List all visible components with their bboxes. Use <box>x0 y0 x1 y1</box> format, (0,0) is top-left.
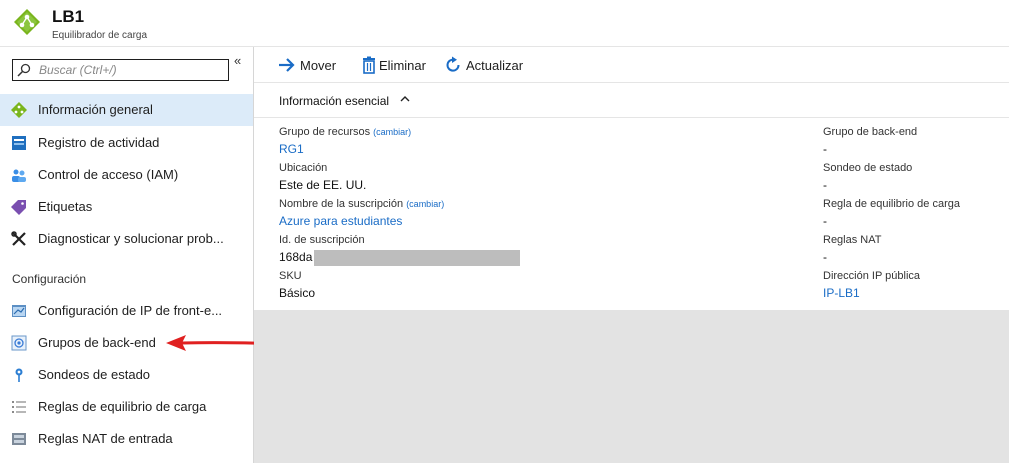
resource-group-label: Grupo de recursos (cambiar) <box>279 126 411 138</box>
sidebar-item-overview[interactable]: Información general <box>0 94 253 126</box>
refresh-icon <box>446 56 460 72</box>
sidebar-item-label: Grupos de back-end <box>38 335 156 350</box>
sidebar-item-label: Reglas de equilibrio de carga <box>38 399 207 414</box>
sku-value: Básico <box>279 286 316 300</box>
iam-icon <box>12 169 26 182</box>
page-title: LB1 <box>52 7 85 26</box>
sidebar-item-label: Diagnosticar y solucionar prob... <box>38 231 224 246</box>
sidebar-item-label: Etiquetas <box>38 199 93 214</box>
sidebar-item-label: Reglas NAT de entrada <box>38 431 173 446</box>
location-value: Este de EE. UU. <box>279 178 367 192</box>
chevron-up-icon <box>400 96 410 102</box>
search-icon <box>17 63 31 77</box>
nat-rules-value: - <box>823 250 827 264</box>
subscription-id-label: Id. de suscripción <box>279 234 365 246</box>
sidebar-item-health-probes[interactable]: Sondeos de estado <box>0 359 253 391</box>
search-box[interactable] <box>12 59 229 81</box>
backend-pool-label: Grupo de back-end <box>823 126 918 138</box>
subscription-name-label: Nombre de la suscripción (cambiar) <box>279 198 444 210</box>
refresh-button-label: Actualizar <box>466 58 524 73</box>
move-button-label: Mover <box>300 58 337 73</box>
sidebar-item-iam[interactable]: Control de acceso (IAM) <box>0 159 253 191</box>
divider <box>254 117 1009 118</box>
essentials-toggle[interactable]: Información esencial <box>279 94 410 108</box>
sidebar-item-label: Sondeos de estado <box>38 367 151 382</box>
health-probe-label: Sondeo de estado <box>823 162 913 174</box>
sidebar-item-label: Registro de actividad <box>38 135 160 150</box>
page-subtitle: Equilibrador de carga <box>52 30 148 41</box>
essentials-heading: Información esencial <box>279 94 390 108</box>
frontend-ip-icon <box>12 305 26 317</box>
change-subscription-link[interactable]: (cambiar) <box>406 199 444 209</box>
wrench-icon <box>11 231 26 246</box>
resource-header: LB1 Equilibrador de carga <box>0 0 1009 47</box>
collapse-sidebar-button[interactable]: « <box>234 53 241 68</box>
arrow-right-icon <box>279 58 295 72</box>
health-probe-icon <box>15 368 23 382</box>
load-balancer-icon <box>14 9 40 35</box>
command-bar: Mover Eliminar Actualizar <box>254 47 1009 83</box>
redacted-block <box>314 250 520 266</box>
sidebar-item-label: Configuración de IP de front-e... <box>38 303 223 318</box>
delete-button-label: Eliminar <box>379 58 426 73</box>
health-probe-value: - <box>823 178 827 192</box>
azure-portal-app: LB1 Equilibrador de carga « Información … <box>0 0 1009 463</box>
public-ip-label: Dirección IP pública <box>823 270 921 282</box>
resource-group-label-text: Grupo de recursos <box>279 126 371 138</box>
subscription-name-label-text: Nombre de la suscripción <box>279 198 404 210</box>
lb-rule-label: Regla de equilibrio de carga <box>823 198 960 210</box>
section-label-configuration: Configuración <box>12 272 87 286</box>
sidebar-item-tags[interactable]: Etiquetas <box>0 191 253 223</box>
backend-pool-value: - <box>823 142 827 156</box>
content-background <box>254 310 1009 463</box>
nat-rules-icon <box>12 433 26 445</box>
activity-log-icon <box>12 136 26 150</box>
trash-icon <box>363 56 375 74</box>
sidebar-item-lb-rules[interactable]: Reglas de equilibrio de carga <box>0 391 253 423</box>
overview-icon <box>11 102 27 118</box>
sidebar-item-frontend-ip[interactable]: Configuración de IP de front-e... <box>0 295 253 327</box>
sidebar-item-activity-log[interactable]: Registro de actividad <box>0 127 253 159</box>
sidebar-item-nat-rules[interactable]: Reglas NAT de entrada <box>0 423 253 455</box>
delete-button[interactable]: Eliminar <box>360 56 440 76</box>
subscription-id-value: 168da <box>279 250 313 264</box>
sidebar: « Información general Registro de activi… <box>0 47 254 463</box>
change-resource-group-link[interactable]: (cambiar) <box>373 127 411 137</box>
search-input[interactable] <box>39 61 225 79</box>
sidebar-item-label: Información general <box>38 102 153 117</box>
move-button[interactable]: Mover <box>278 56 368 76</box>
nat-rules-label: Reglas NAT <box>823 234 882 246</box>
sidebar-item-diagnose[interactable]: Diagnosticar y solucionar prob... <box>0 223 253 255</box>
sidebar-item-label: Control de acceso (IAM) <box>38 167 179 182</box>
public-ip-value[interactable]: IP-LB1 <box>823 286 860 300</box>
rules-icon <box>12 401 26 413</box>
resource-group-value[interactable]: RG1 <box>279 142 304 156</box>
tag-icon <box>11 200 26 215</box>
location-label: Ubicación <box>279 162 328 174</box>
refresh-button[interactable]: Actualizar <box>444 56 544 76</box>
lb-rule-value: - <box>823 214 827 228</box>
subscription-name-value[interactable]: Azure para estudiantes <box>279 214 402 228</box>
sku-label: SKU <box>279 270 302 282</box>
backend-pool-icon <box>11 335 27 351</box>
